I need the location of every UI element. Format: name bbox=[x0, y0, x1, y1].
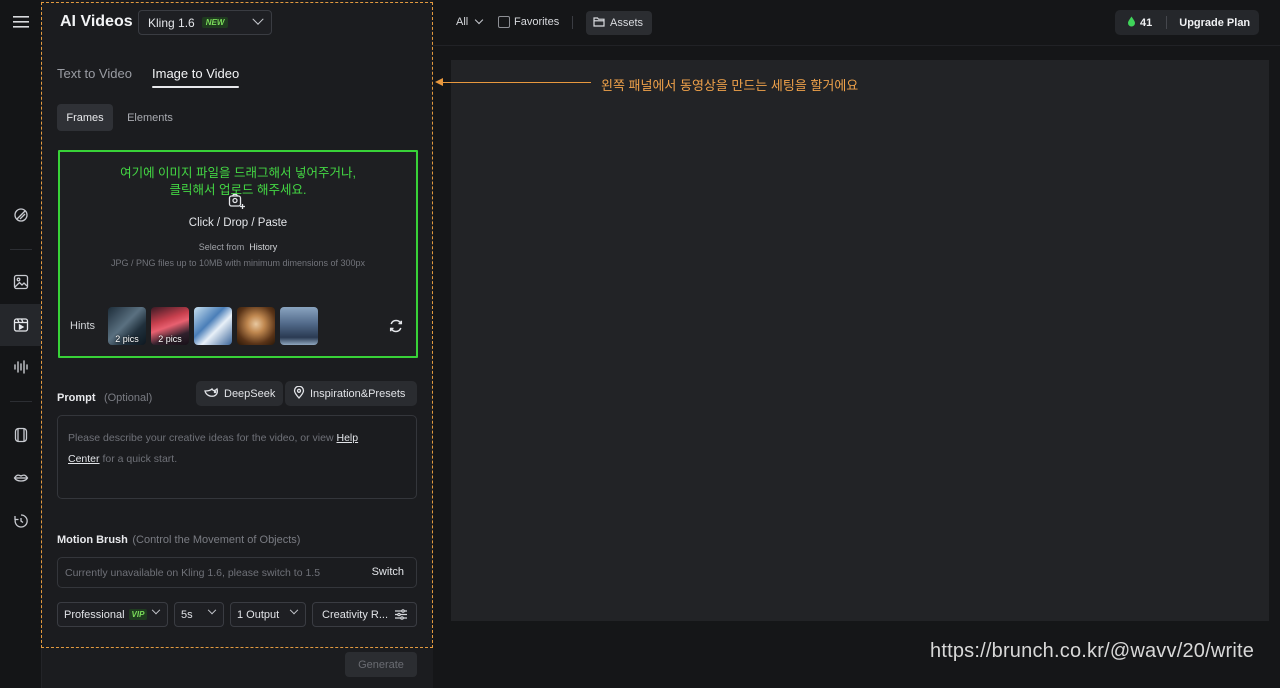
credit-drop-icon bbox=[1127, 16, 1136, 30]
upgrade-plan-button[interactable]: Upgrade Plan bbox=[1179, 17, 1250, 29]
motion-brush-field: Currently unavailable on Kling 1.6, plea… bbox=[57, 557, 417, 588]
toolbar-divider bbox=[572, 16, 573, 29]
model-select-value: Kling 1.6 bbox=[148, 15, 195, 30]
prompt-placeholder-b: for a quick start. bbox=[102, 453, 178, 465]
chevron-down-icon bbox=[252, 13, 264, 25]
favorites-label[interactable]: Favorites bbox=[514, 16, 559, 28]
rail-divider bbox=[10, 249, 32, 250]
upload-file-note: JPG / PNG files up to 10MB with minimum … bbox=[110, 258, 366, 268]
switch-button[interactable]: Switch bbox=[372, 566, 404, 578]
lips-icon[interactable] bbox=[9, 466, 33, 490]
creativity-value: Creativity R... bbox=[322, 608, 389, 621]
hints-label: Hints bbox=[70, 320, 96, 332]
segment-frames[interactable]: Frames bbox=[57, 104, 113, 131]
credit-count: 41 bbox=[1140, 16, 1153, 29]
deepseek-label: DeepSeek bbox=[224, 387, 276, 400]
chevron-down-icon bbox=[289, 605, 299, 615]
prompt-optional: (Optional) bbox=[103, 392, 153, 404]
chevron-down-icon bbox=[207, 605, 217, 615]
select-from-label: Select from bbox=[198, 242, 245, 252]
motion-brush-placeholder: Currently unavailable on Kling 1.6, plea… bbox=[65, 566, 321, 579]
hint-thumbnail[interactable] bbox=[280, 307, 318, 345]
center-link[interactable]: Center bbox=[68, 453, 100, 465]
hint-caption: 2 pics bbox=[115, 334, 139, 344]
hint-thumbnail[interactable]: 2 pics bbox=[151, 307, 189, 345]
creativity-settings-button[interactable]: Creativity R... bbox=[312, 602, 417, 627]
tab-image-to-video[interactable]: Image to Video bbox=[152, 66, 239, 81]
assets-button[interactable]: Assets bbox=[586, 11, 652, 35]
hint-thumbnail[interactable] bbox=[194, 307, 232, 345]
help-link[interactable]: Help bbox=[336, 432, 358, 444]
hint-thumbnail[interactable] bbox=[237, 307, 275, 345]
sliders-icon bbox=[395, 609, 407, 623]
prompt-placeholder-a: Please describe your creative ideas for … bbox=[68, 432, 334, 444]
motion-brush-label: Motion Brush bbox=[57, 534, 128, 546]
video-preview-canvas bbox=[451, 60, 1269, 621]
prompt-input[interactable]: Please describe your creative ideas for … bbox=[57, 415, 417, 499]
new-badge: NEW bbox=[201, 17, 229, 28]
upload-select-from: Select from History bbox=[58, 242, 418, 252]
output-count-value: 1 Output bbox=[237, 608, 280, 621]
image-upload-icon bbox=[228, 193, 246, 215]
duration-select[interactable]: 5s bbox=[174, 602, 224, 627]
chevron-down-icon bbox=[151, 605, 161, 615]
credits-upgrade-bar[interactable]: 41 Upgrade Plan bbox=[1115, 10, 1259, 35]
favorites-checkbox[interactable] bbox=[498, 16, 510, 28]
annotation-arrow-line bbox=[438, 82, 591, 83]
watermark: https://brunch.co.kr/@wavv/20/write bbox=[930, 640, 1255, 662]
folder-icon bbox=[593, 16, 605, 30]
filter-select[interactable]: All bbox=[456, 16, 468, 28]
inspiration-label: Inspiration&Presets bbox=[310, 387, 406, 400]
menu-icon[interactable] bbox=[9, 10, 33, 34]
left-rail bbox=[0, 0, 42, 688]
motion-brush-sub: (Control the Movement of Objects) bbox=[132, 534, 301, 546]
annotation-arrow-icon bbox=[435, 78, 443, 86]
audio-icon[interactable] bbox=[9, 355, 33, 379]
history-icon[interactable] bbox=[9, 509, 33, 533]
mode-value: Professional bbox=[64, 608, 125, 621]
annotation-text: 왼쪽 패널에서 동영상을 만드는 세팅을 할거에요 bbox=[601, 78, 859, 93]
refresh-icon[interactable] bbox=[388, 318, 404, 339]
model-select[interactable]: Kling 1.6 NEW bbox=[138, 10, 272, 35]
video-icon[interactable] bbox=[9, 313, 33, 337]
prompt-heading: Prompt (Optional) bbox=[57, 388, 152, 406]
motion-brush-heading: Motion Brush (Control the Movement of Ob… bbox=[57, 530, 300, 548]
vip-badge: VIP bbox=[128, 609, 148, 620]
mode-select[interactable]: Professional VIP bbox=[57, 602, 168, 627]
credits-divider bbox=[1166, 16, 1168, 29]
hint-thumbnail[interactable]: 2 pics bbox=[108, 307, 146, 345]
upload-main-text: Click / Drop / Paste bbox=[188, 217, 288, 229]
deepseek-button[interactable]: DeepSeek bbox=[196, 381, 284, 406]
inspiration-presets-button[interactable]: Inspiration&Presets bbox=[285, 381, 417, 406]
duration-value: 5s bbox=[181, 608, 193, 621]
tab-text-to-video[interactable]: Text to Video bbox=[57, 66, 132, 81]
image-icon[interactable] bbox=[9, 270, 33, 294]
assets-label: Assets bbox=[610, 17, 644, 29]
page-title: AI Videos bbox=[60, 13, 133, 30]
prompt-label: Prompt bbox=[57, 392, 96, 404]
hint-caption: 2 pics bbox=[158, 334, 182, 344]
generate-button[interactable]: Generate bbox=[345, 652, 417, 677]
location-pin-icon bbox=[293, 385, 305, 402]
avatar-frame-icon[interactable] bbox=[9, 423, 33, 447]
rail-divider bbox=[10, 401, 32, 402]
whale-icon bbox=[204, 386, 219, 401]
brush-icon[interactable] bbox=[9, 203, 33, 227]
output-count-select[interactable]: 1 Output bbox=[230, 602, 306, 627]
segment-elements[interactable]: Elements bbox=[118, 104, 182, 131]
tab-active-underline bbox=[152, 86, 239, 88]
history-link[interactable]: History bbox=[249, 242, 277, 252]
